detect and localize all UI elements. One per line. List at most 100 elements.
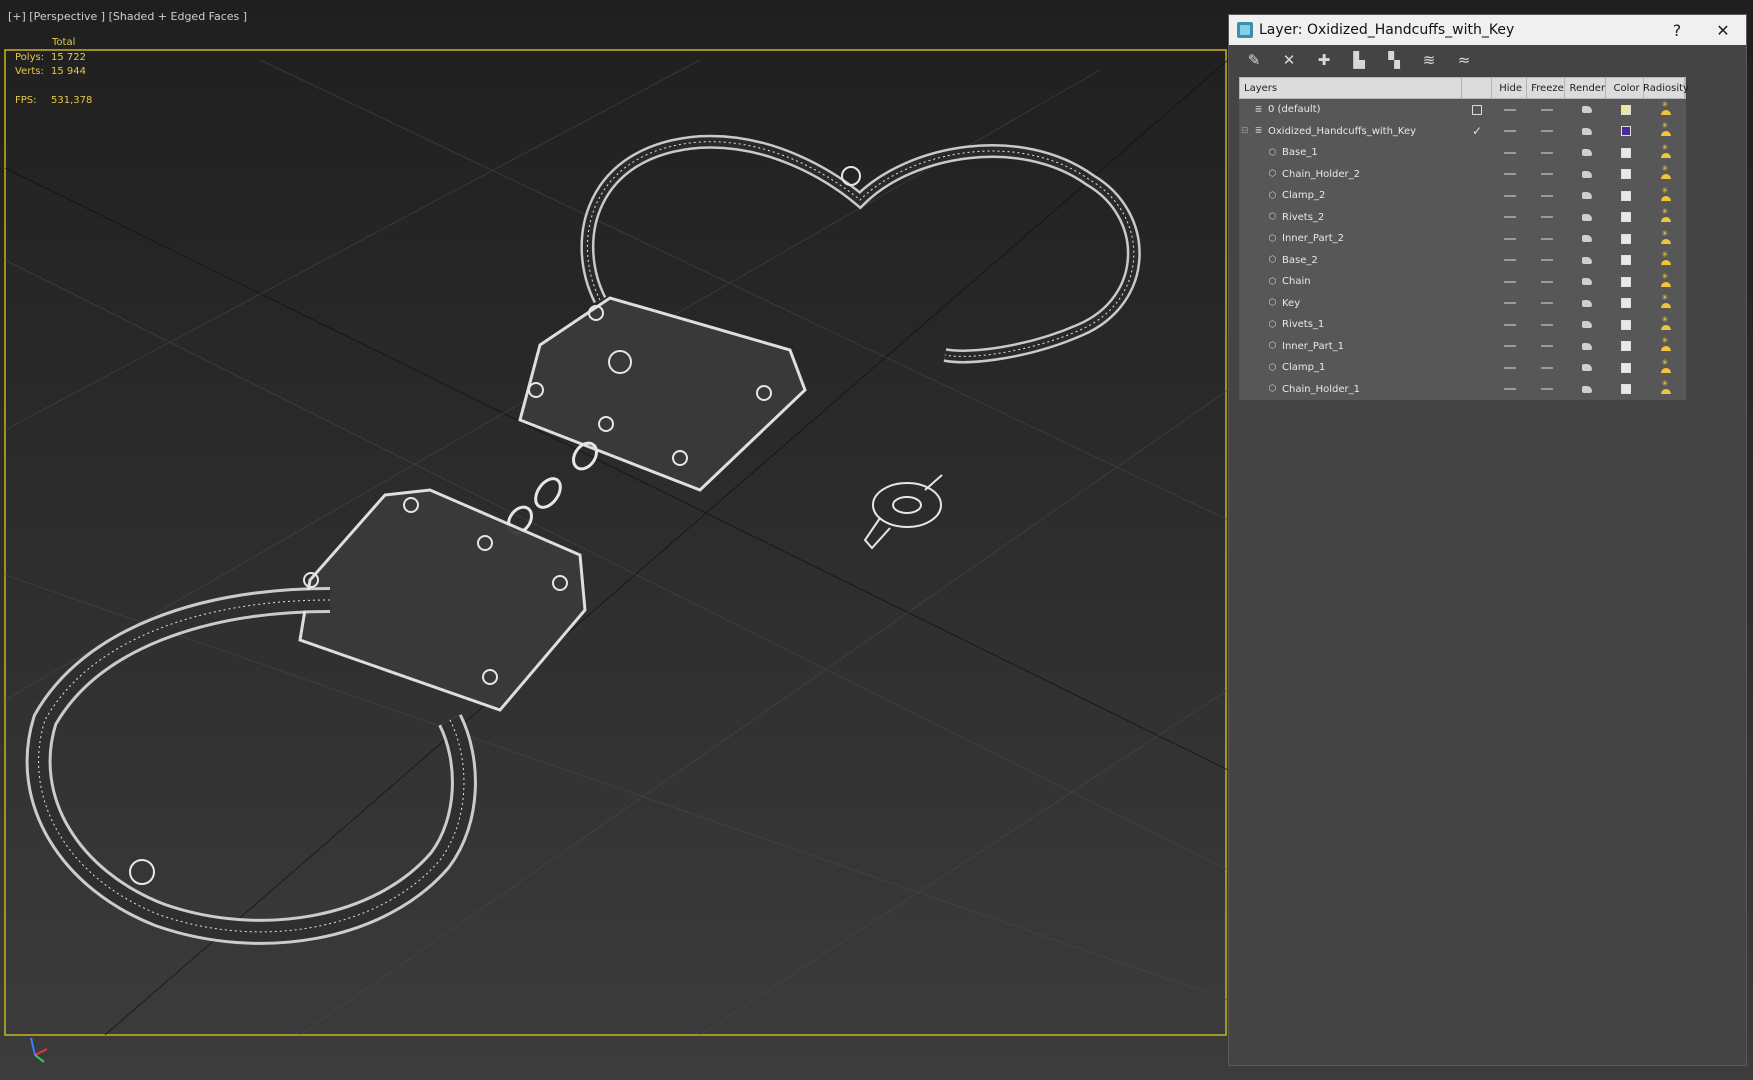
layer-row[interactable]: ⬡ Clamp_2 xyxy=(1239,185,1686,207)
col-render[interactable]: Render xyxy=(1565,78,1607,98)
render-toggle[interactable] xyxy=(1566,271,1607,293)
radiosity-toggle[interactable] xyxy=(1645,336,1686,358)
freeze-toggle[interactable] xyxy=(1527,314,1566,336)
render-toggle[interactable] xyxy=(1566,185,1607,207)
color-swatch[interactable] xyxy=(1621,319,1631,330)
layer-row[interactable]: ⬡ Rivets_1 xyxy=(1239,314,1686,336)
layer-row[interactable]: ⊟ ≣ Oxidized_Handcuffs_with_Key ✓ xyxy=(1239,121,1686,143)
freeze-toggle[interactable] xyxy=(1527,336,1566,358)
layer-name-cell[interactable]: ≣ 0 (default) xyxy=(1239,99,1462,121)
layer-name-cell[interactable]: ⬡ Base_1 xyxy=(1239,142,1462,164)
layer-name-cell[interactable]: ⬡ Inner_Part_2 xyxy=(1239,228,1462,250)
radiosity-toggle[interactable] xyxy=(1645,228,1686,250)
color-swatch[interactable] xyxy=(1621,169,1631,180)
layer-row[interactable]: ⬡ Key xyxy=(1239,293,1686,315)
layer-row[interactable]: ⬡ Chain_Holder_1 xyxy=(1239,379,1686,401)
current-layer-cell[interactable] xyxy=(1462,314,1492,336)
hide-toggle[interactable] xyxy=(1492,121,1527,143)
radiosity-toggle[interactable] xyxy=(1645,250,1686,272)
freeze-toggle[interactable] xyxy=(1527,271,1566,293)
color-cell[interactable] xyxy=(1607,250,1645,272)
layer-name-cell[interactable]: ⬡ Chain xyxy=(1239,271,1462,293)
color-cell[interactable] xyxy=(1607,164,1645,186)
radiosity-toggle[interactable] xyxy=(1645,185,1686,207)
layer-row[interactable]: ⬡ Chain xyxy=(1239,271,1686,293)
color-cell[interactable] xyxy=(1607,185,1645,207)
hide-toggle[interactable] xyxy=(1492,336,1527,358)
hide-toggle[interactable] xyxy=(1492,99,1527,121)
color-swatch[interactable] xyxy=(1621,190,1631,201)
current-layer-cell[interactable] xyxy=(1462,250,1492,272)
freeze-toggle[interactable] xyxy=(1527,379,1566,401)
color-swatch[interactable] xyxy=(1621,126,1631,137)
render-toggle[interactable] xyxy=(1566,314,1607,336)
color-cell[interactable] xyxy=(1607,99,1645,121)
col-radiosity[interactable]: Radiosity xyxy=(1643,78,1689,98)
radiosity-toggle[interactable] xyxy=(1645,271,1686,293)
hide-toggle[interactable] xyxy=(1492,293,1527,315)
col-color[interactable]: Color xyxy=(1606,78,1644,98)
select-layer-icon[interactable]: ▚ xyxy=(1383,49,1405,71)
layer-name-cell[interactable]: ⬡ Key xyxy=(1239,293,1462,315)
current-layer-cell[interactable] xyxy=(1462,164,1492,186)
freeze-toggle[interactable] xyxy=(1527,293,1566,315)
color-cell[interactable] xyxy=(1607,207,1645,229)
set-current-layer-icon[interactable]: ≋ xyxy=(1418,49,1440,71)
freeze-toggle[interactable] xyxy=(1527,228,1566,250)
color-swatch[interactable] xyxy=(1621,384,1631,395)
render-toggle[interactable] xyxy=(1566,142,1607,164)
layer-row[interactable]: ⬡ Rivets_2 xyxy=(1239,207,1686,229)
layer-row[interactable]: ⬡ Chain_Holder_2 xyxy=(1239,164,1686,186)
current-layer-cell[interactable] xyxy=(1462,142,1492,164)
col-freeze[interactable]: Freeze xyxy=(1527,78,1566,98)
color-cell[interactable] xyxy=(1607,228,1645,250)
render-toggle[interactable] xyxy=(1566,228,1607,250)
color-cell[interactable] xyxy=(1607,314,1645,336)
layer-name-cell[interactable]: ⊟ ≣ Oxidized_Handcuffs_with_Key xyxy=(1239,121,1462,143)
layer-name-cell[interactable]: ⬡ Rivets_1 xyxy=(1239,314,1462,336)
collapse-toggle-icon[interactable]: ⊟ xyxy=(1241,126,1251,136)
layer-name-cell[interactable]: ⬡ Chain_Holder_2 xyxy=(1239,164,1462,186)
color-swatch[interactable] xyxy=(1621,147,1631,158)
hide-toggle[interactable] xyxy=(1492,357,1527,379)
color-swatch[interactable] xyxy=(1621,233,1631,244)
radiosity-toggle[interactable] xyxy=(1645,164,1686,186)
select-objects-icon[interactable]: ▙ xyxy=(1348,49,1370,71)
delete-layer-icon[interactable]: ✕ xyxy=(1278,49,1300,71)
render-toggle[interactable] xyxy=(1566,99,1607,121)
render-toggle[interactable] xyxy=(1566,207,1607,229)
layer-name-cell[interactable]: ⬡ Base_2 xyxy=(1239,250,1462,272)
hide-toggle[interactable] xyxy=(1492,164,1527,186)
layer-name-cell[interactable]: ⬡ Clamp_1 xyxy=(1239,357,1462,379)
help-button[interactable]: ? xyxy=(1654,21,1700,40)
color-cell[interactable] xyxy=(1607,379,1645,401)
current-layer-box-icon[interactable] xyxy=(1472,104,1482,115)
current-layer-cell[interactable] xyxy=(1462,357,1492,379)
color-cell[interactable] xyxy=(1607,271,1645,293)
current-layer-cell[interactable] xyxy=(1462,99,1492,121)
current-layer-cell[interactable] xyxy=(1462,293,1492,315)
col-hide[interactable]: Hide xyxy=(1492,78,1527,98)
hide-toggle[interactable] xyxy=(1492,314,1527,336)
render-toggle[interactable] xyxy=(1566,293,1607,315)
color-swatch[interactable] xyxy=(1621,276,1631,287)
freeze-toggle[interactable] xyxy=(1527,185,1566,207)
render-toggle[interactable] xyxy=(1566,379,1607,401)
freeze-toggle[interactable] xyxy=(1527,142,1566,164)
layer-row[interactable]: ≣ 0 (default) xyxy=(1239,99,1686,121)
layer-row[interactable]: ⬡ Base_1 xyxy=(1239,142,1686,164)
radiosity-toggle[interactable] xyxy=(1645,357,1686,379)
hide-toggle[interactable] xyxy=(1492,228,1527,250)
color-cell[interactable] xyxy=(1607,142,1645,164)
render-toggle[interactable] xyxy=(1566,357,1607,379)
hide-toggle[interactable] xyxy=(1492,271,1527,293)
new-layer-icon[interactable]: ✎ xyxy=(1243,49,1265,71)
viewport-label[interactable]: [+] [Perspective ] [Shaded + Edged Faces… xyxy=(8,10,247,23)
hide-toggle[interactable] xyxy=(1492,207,1527,229)
color-cell[interactable] xyxy=(1607,357,1645,379)
layer-name-cell[interactable]: ⬡ Rivets_2 xyxy=(1239,207,1462,229)
layer-row[interactable]: ⬡ Base_2 xyxy=(1239,250,1686,272)
col-current[interactable] xyxy=(1462,78,1492,98)
color-swatch[interactable] xyxy=(1621,104,1631,115)
render-toggle[interactable] xyxy=(1566,250,1607,272)
